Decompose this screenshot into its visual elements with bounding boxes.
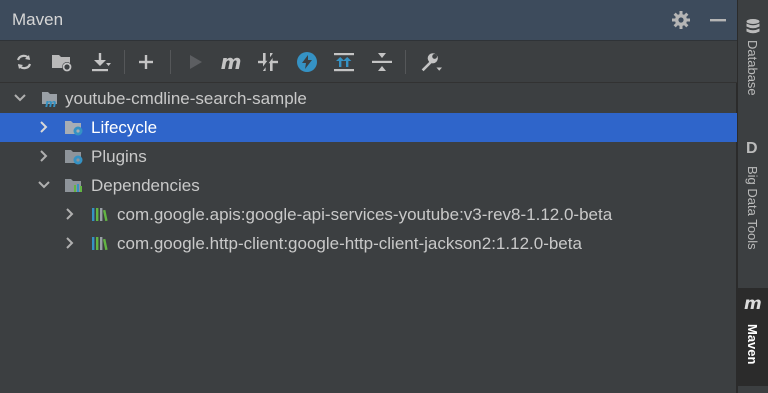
settings-wrench-icon[interactable] <box>418 50 442 74</box>
toolbar-separator <box>170 50 171 74</box>
big-data-tools-icon: D <box>746 140 758 157</box>
tree-item-label: Lifecycle <box>91 118 158 137</box>
generate-sources-icon[interactable] <box>50 50 74 74</box>
maven-goal-icon[interactable]: m <box>219 50 243 74</box>
tab-maven-label: Maven <box>745 324 760 365</box>
chevron-right-icon[interactable] <box>63 236 77 250</box>
tree-item-label: com.google.http-client:google-http-clien… <box>117 234 582 253</box>
reload-icon[interactable] <box>12 50 36 74</box>
toolbar-separator <box>124 50 125 74</box>
tab-big-data-tools-label: Big Data Tools <box>745 166 760 250</box>
lifecycle-folder-gear-icon <box>65 121 83 136</box>
chevron-right-icon[interactable] <box>63 207 77 221</box>
library-icon <box>92 208 108 222</box>
tree-item-label: Plugins <box>91 147 147 166</box>
tree-item-project[interactable]: m youtube-cmdline-search-sample <box>0 84 737 113</box>
chevron-down-icon[interactable] <box>13 91 27 105</box>
tree-item-dependency[interactable]: com.google.http-client:google-http-clien… <box>0 229 737 258</box>
maven-toolbar: m <box>0 41 737 83</box>
offline-icon[interactable] <box>295 50 319 74</box>
tab-database-label: Database <box>745 40 760 96</box>
tab-maven[interactable]: m Maven <box>738 288 768 386</box>
tool-window-header: Maven <box>0 0 737 41</box>
tree-item-plugins[interactable]: Plugins <box>0 142 737 171</box>
add-icon[interactable] <box>134 50 158 74</box>
plugins-folder-gear-icon <box>65 150 83 165</box>
library-icon <box>92 237 108 251</box>
download-icon[interactable] <box>88 50 112 74</box>
chevron-down-icon[interactable] <box>37 178 51 192</box>
dependencies-folder-icon <box>65 179 82 192</box>
tree-item-dependencies[interactable]: Dependencies <box>0 171 737 200</box>
svg-text:m: m <box>45 97 56 108</box>
gear-icon[interactable] <box>670 9 692 31</box>
right-tool-stripe: Database D Big Data Tools m Maven <box>737 0 768 393</box>
tree-item-label: youtube-cmdline-search-sample <box>65 89 307 108</box>
minimize-icon[interactable] <box>707 9 729 31</box>
show-dependencies-icon[interactable] <box>332 50 356 74</box>
run-icon[interactable] <box>183 50 207 74</box>
tree-item-label: Dependencies <box>91 176 200 195</box>
tab-big-data-tools[interactable]: D Big Data Tools <box>738 134 768 274</box>
maven-project-icon: m <box>42 92 57 108</box>
tree-item-dependency[interactable]: com.google.apis:google-api-services-yout… <box>0 200 737 229</box>
database-icon <box>746 19 760 34</box>
tool-window-title: Maven <box>12 10 64 29</box>
tree-item-lifecycle[interactable]: Lifecycle <box>0 113 737 142</box>
maven-tool-window: Maven m m youtube-cmdline-search-sample … <box>0 0 737 393</box>
skip-tests-icon[interactable] <box>256 50 280 74</box>
toolbar-separator <box>405 50 406 74</box>
tab-database[interactable]: Database <box>738 0 768 120</box>
chevron-right-icon[interactable] <box>37 149 51 163</box>
tree-item-label: com.google.apis:google-api-services-yout… <box>117 205 613 224</box>
chevron-right-icon[interactable] <box>37 120 51 134</box>
collapse-all-icon[interactable] <box>370 50 394 74</box>
maven-icon: m <box>744 294 762 314</box>
